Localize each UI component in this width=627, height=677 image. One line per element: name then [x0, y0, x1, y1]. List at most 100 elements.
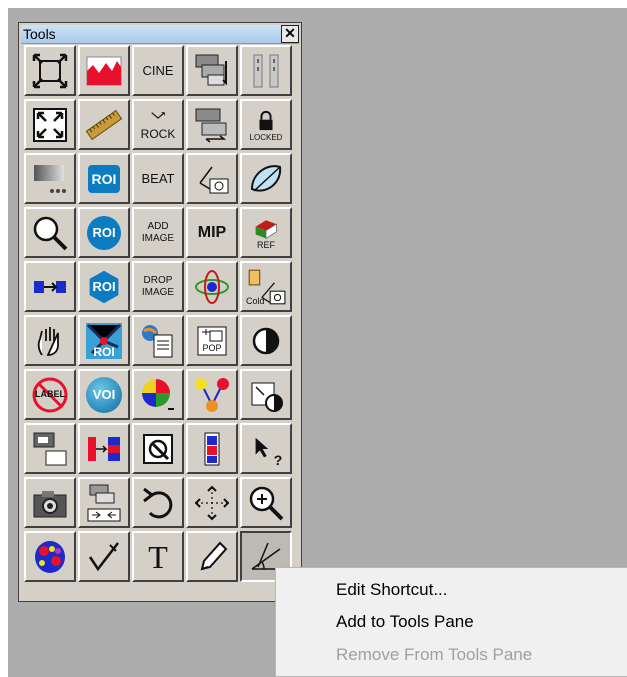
- zoom-fit-icon: [30, 51, 70, 91]
- color-wheel-button[interactable]: [132, 369, 184, 420]
- pencil-icon: [192, 537, 232, 577]
- rotate-3d-button[interactable]: [186, 261, 238, 312]
- pencil-button[interactable]: [186, 531, 238, 582]
- color-wheel-icon: [138, 375, 178, 415]
- roi-square-button[interactable]: ROI: [78, 153, 130, 204]
- camera-icon: [30, 483, 70, 523]
- undo-button[interactable]: [132, 477, 184, 528]
- cine-button[interactable]: CINE: [132, 45, 184, 96]
- roi-circle-button-icon: ROI: [87, 215, 121, 250]
- hand-pan-button[interactable]: [24, 315, 76, 366]
- roi-burst-button[interactable]: ROI: [78, 315, 130, 366]
- zoom-in-icon: [246, 483, 286, 523]
- cine-button-icon: CINE: [142, 63, 174, 78]
- color-bars-arrow-button[interactable]: [78, 423, 130, 474]
- image-tool-icon: [138, 429, 178, 469]
- camera-button[interactable]: [24, 477, 76, 528]
- layout-panels-icon: [30, 429, 70, 469]
- roi-hex-button-icon: ROI: [86, 269, 122, 305]
- mip-button[interactable]: MIP: [186, 207, 238, 258]
- title-bar[interactable]: Tools ✕: [21, 25, 299, 44]
- tools-palette-window: Tools ✕ CINE ROCK LOCKED ROI BEAT ROI ADD …: [18, 22, 302, 602]
- roi-burst-button-icon: ROI: [84, 321, 124, 361]
- checkmark-pen-icon: [84, 537, 124, 577]
- roi-circle-button[interactable]: ROI: [78, 207, 130, 258]
- shape-edit-button[interactable]: [240, 153, 292, 204]
- checkmark-pen-button[interactable]: [78, 531, 130, 582]
- context-menu: Edit Shortcut... Add to Tools Pane Remov…: [275, 567, 627, 677]
- ref-button-icon: REF: [251, 215, 281, 250]
- help-pointer-button[interactable]: ?: [240, 423, 292, 474]
- image-tool-button[interactable]: [132, 423, 184, 474]
- brain-map-button[interactable]: [24, 531, 76, 582]
- menu-item-add-to-tools-pane[interactable]: Add to Tools Pane: [336, 612, 474, 632]
- link-arrows-icon: [30, 267, 70, 307]
- contrast-icon: [246, 321, 286, 361]
- stack-swap-icon: [192, 105, 232, 145]
- hand-pan-icon: [30, 321, 70, 361]
- drop-image-button[interactable]: DROP IMAGE: [132, 261, 184, 312]
- stack-arrange-button[interactable]: [186, 45, 238, 96]
- move-arrows-icon: [192, 483, 232, 523]
- drop-image-button-icon: DROP IMAGE: [141, 274, 175, 298]
- text-tool-icon: T: [148, 538, 168, 575]
- window-title: Tools: [23, 26, 56, 42]
- close-button[interactable]: ✕: [281, 25, 299, 43]
- stack-split-icon: [84, 483, 124, 523]
- gradient-dots-button[interactable]: [24, 153, 76, 204]
- measure-camera-button[interactable]: [186, 153, 238, 204]
- color-bars-arrow-icon: [84, 429, 124, 469]
- stack-split-button[interactable]: [78, 477, 130, 528]
- locked-button[interactable]: LOCKED: [240, 99, 292, 150]
- shape-edit-icon: [246, 159, 286, 199]
- mip-button-icon: MIP: [197, 223, 227, 241]
- rock-button-icon: ROCK: [141, 110, 175, 140]
- text-tool-button[interactable]: T: [132, 531, 184, 582]
- beat-button[interactable]: BEAT: [132, 153, 184, 204]
- roi-hex-button[interactable]: ROI: [78, 261, 130, 312]
- magnifier-icon: [30, 213, 70, 253]
- fullscreen-button[interactable]: [24, 99, 76, 150]
- measure-camera-icon: [192, 159, 232, 199]
- zoom-fit-button[interactable]: [24, 45, 76, 96]
- magnifier-button[interactable]: [24, 207, 76, 258]
- window-contrast-icon: [246, 375, 286, 415]
- zoom-in-button[interactable]: [240, 477, 292, 528]
- rock-button[interactable]: ROCK: [132, 99, 184, 150]
- stack-swap-button[interactable]: [186, 99, 238, 150]
- window-contrast-button[interactable]: [240, 369, 292, 420]
- help-pointer-icon: ?: [250, 431, 282, 467]
- no-label-button[interactable]: LABEL: [24, 369, 76, 420]
- colorbar-button[interactable]: [186, 423, 238, 474]
- ruler-button[interactable]: [78, 99, 130, 150]
- histogram-button[interactable]: [78, 45, 130, 96]
- undo-icon: [138, 483, 178, 523]
- brain-map-icon: [30, 537, 70, 577]
- parallel-bars-icon: [246, 51, 286, 91]
- add-image-button[interactable]: ADD IMAGE: [132, 207, 184, 258]
- cold-camera-button[interactable]: Cold: [240, 261, 292, 312]
- move-arrows-button[interactable]: [186, 477, 238, 528]
- link-arrows-button[interactable]: [24, 261, 76, 312]
- cold-camera-icon: Cold: [244, 266, 288, 308]
- menu-item-remove-from-tools-pane[interactable]: Remove From Tools Pane: [336, 645, 532, 665]
- beat-button-icon: BEAT: [141, 171, 175, 186]
- colorbar-icon: [192, 429, 232, 469]
- histogram-icon: [84, 51, 124, 91]
- rotate-3d-icon: [192, 267, 232, 307]
- fullscreen-icon: [30, 105, 70, 145]
- gradient-dots-icon: [30, 159, 70, 199]
- voi-button[interactable]: VOI: [78, 369, 130, 420]
- ref-button[interactable]: REF: [240, 207, 292, 258]
- ruler-icon: [84, 105, 124, 145]
- merge-colors-button[interactable]: [186, 369, 238, 420]
- document-globe-button[interactable]: [132, 315, 184, 366]
- stack-arrange-icon: [192, 51, 232, 91]
- menu-item-edit-shortcut[interactable]: Edit Shortcut...: [336, 580, 448, 600]
- add-image-button-icon: ADD IMAGE: [141, 220, 175, 244]
- contrast-button[interactable]: [240, 315, 292, 366]
- parallel-bars-button[interactable]: [240, 45, 292, 96]
- pop-button[interactable]: POP: [186, 315, 238, 366]
- layout-panels-button[interactable]: [24, 423, 76, 474]
- roi-square-button-icon: ROI: [87, 164, 121, 193]
